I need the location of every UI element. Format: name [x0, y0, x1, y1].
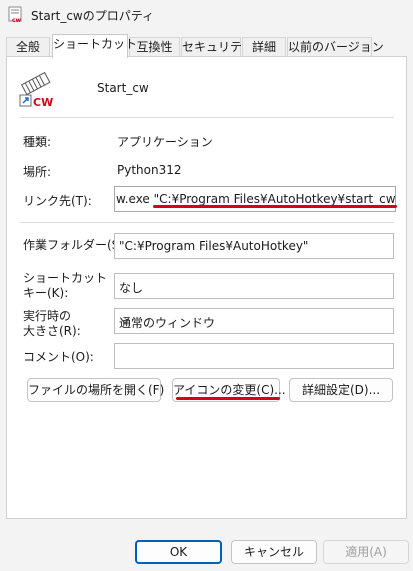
tab-previous-versions[interactable]: 以前のバージョン	[287, 37, 384, 57]
hotkey-input-text: なし	[119, 281, 144, 295]
shortcut-file-icon: cw	[8, 6, 22, 24]
chevron-down-icon	[119, 312, 388, 333]
tab-security[interactable]: セキュリティ	[181, 37, 253, 57]
target-label: リンク先(T):	[23, 194, 92, 208]
location-value: Python312	[117, 163, 182, 177]
svg-text:cw: cw	[12, 17, 22, 24]
tab-shortcut[interactable]: ショートカット	[52, 34, 137, 58]
target-input[interactable]: w.exe "C:¥Program Files¥AutoHotkey¥start…	[114, 186, 396, 212]
comment-input[interactable]	[114, 343, 394, 369]
divider	[20, 117, 394, 118]
run-size-label-line1: 実行時の	[23, 309, 72, 323]
cw-shortcut-icon: CW	[19, 71, 53, 108]
type-value: アプリケーション	[117, 135, 213, 149]
apply-button[interactable]: 適用(A)	[323, 540, 409, 564]
location-label: 場所:	[23, 165, 52, 179]
cancel-button[interactable]: キャンセル	[231, 540, 317, 564]
tab-details[interactable]: 詳細	[242, 37, 286, 57]
comment-label: コメント(O):	[23, 350, 94, 364]
target-input-text: w.exe "C:¥Program Files¥AutoHotkey¥start…	[116, 192, 396, 206]
title-bar: cw Start_cwのプロパティ	[0, 0, 413, 32]
window-title: Start_cwのプロパティ	[31, 9, 155, 23]
hotkey-input[interactable]: なし	[114, 273, 394, 299]
shortcut-name: Start_cw	[97, 81, 149, 95]
hotkey-label-line2: キー(K):	[23, 286, 69, 300]
change-icon-highlight-underline	[176, 397, 280, 400]
open-file-location-button[interactable]: ファイルの場所を開く(F)	[27, 378, 164, 402]
workdir-label: 作業フォルダー(S):	[23, 238, 129, 252]
tab-general[interactable]: 全般	[6, 37, 50, 57]
svg-text:CW: CW	[33, 96, 53, 108]
target-highlight-underline	[153, 205, 397, 208]
workdir-input-text: "C:¥Program Files¥AutoHotkey"	[119, 239, 309, 253]
run-size-label: 実行時の 大きさ(R):	[23, 309, 81, 339]
hotkey-label-line1: ショートカット	[23, 271, 108, 285]
run-size-label-line2: 大きさ(R):	[23, 324, 81, 338]
tab-strip: 全般 ショートカット 互換性 セキュリティ 詳細 以前のバージョン	[6, 34, 406, 58]
type-label: 種類:	[23, 135, 52, 149]
advanced-settings-button[interactable]: 詳細設定(D)...	[289, 378, 393, 402]
run-size-select[interactable]: 通常のウィンドウ	[114, 308, 394, 334]
divider	[20, 222, 394, 223]
ok-button[interactable]: OK	[135, 540, 222, 564]
hotkey-label: ショートカット キー(K):	[23, 271, 107, 301]
workdir-input[interactable]: "C:¥Program Files¥AutoHotkey"	[114, 233, 394, 259]
